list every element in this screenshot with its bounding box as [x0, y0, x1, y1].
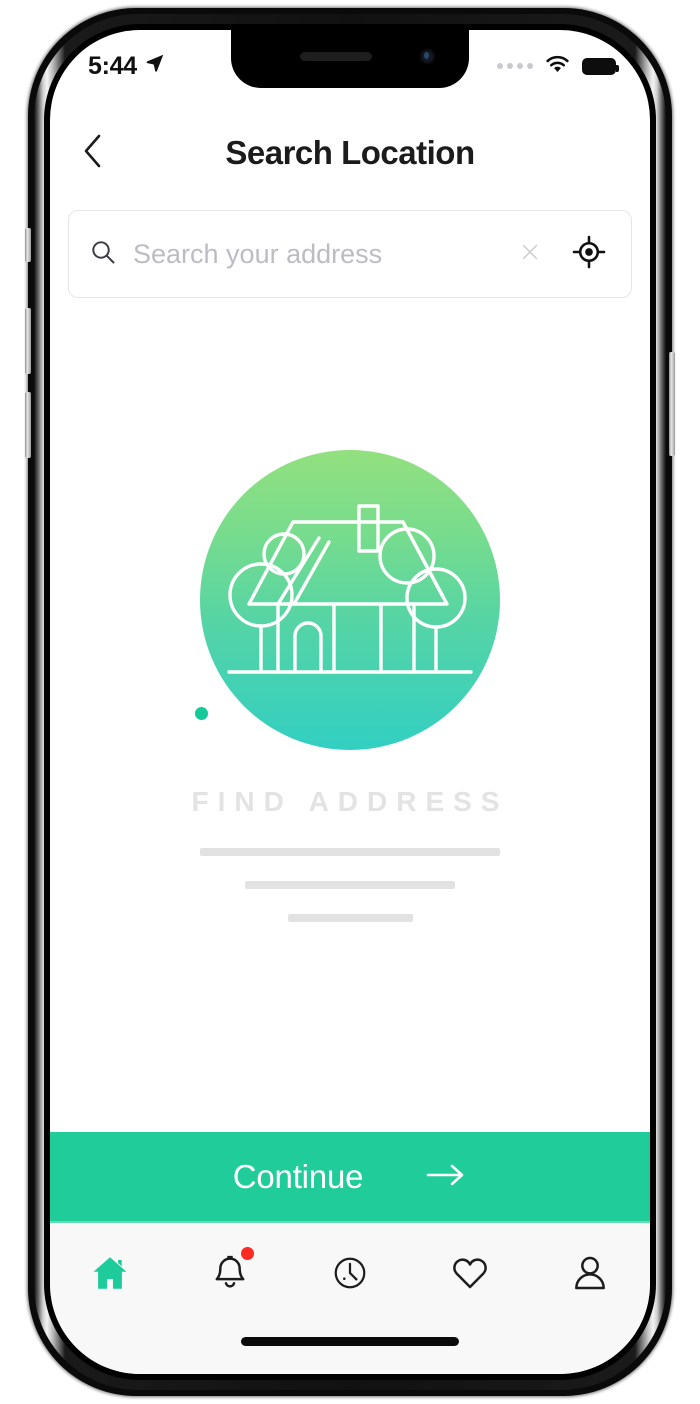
house-with-trees-icon	[200, 450, 500, 750]
power-button[interactable]	[669, 352, 675, 456]
page-title: Search Location	[225, 134, 475, 171]
continue-button-label: Continue	[232, 1158, 364, 1195]
status-time: 5:44	[88, 51, 137, 80]
crosshair-target-icon	[572, 235, 606, 274]
volume-up-button[interactable]	[25, 308, 31, 374]
volume-down-button[interactable]	[25, 392, 31, 458]
front-camera	[420, 49, 435, 64]
app-header: Search Location	[50, 122, 650, 184]
accent-dot	[195, 707, 208, 720]
arrow-right-icon	[425, 1162, 467, 1193]
back-button[interactable]	[64, 122, 122, 184]
home-indicator[interactable]	[241, 1337, 459, 1346]
battery-full-icon	[582, 57, 619, 75]
heart-icon	[450, 1253, 490, 1298]
silent-switch[interactable]	[25, 228, 31, 262]
placeholder-bars	[50, 848, 650, 922]
clear-search-button[interactable]	[513, 237, 547, 271]
tab-profile[interactable]	[530, 1245, 650, 1305]
clock-icon	[331, 1254, 369, 1297]
use-current-location-button[interactable]	[569, 234, 609, 274]
empty-state-title: FIND ADDRESS	[191, 786, 509, 817]
close-icon	[519, 241, 541, 268]
tab-history[interactable]	[290, 1245, 410, 1305]
tab-home[interactable]	[50, 1245, 170, 1305]
status-indicators	[497, 54, 619, 79]
location-arrow-icon	[144, 52, 166, 81]
notification-badge	[240, 1247, 254, 1260]
placeholder-bar	[287, 914, 413, 922]
earpiece-speaker	[300, 52, 372, 61]
bottom-tab-bar	[50, 1223, 650, 1374]
continue-button[interactable]: Continue	[50, 1132, 650, 1222]
empty-state: FIND ADDRESS	[50, 450, 650, 922]
placeholder-bar	[245, 881, 455, 889]
wifi-icon	[544, 54, 571, 79]
signal-dots-icon	[497, 63, 533, 69]
home-icon	[89, 1252, 131, 1299]
screenshot-stage: 5:44 Search Location Search your address…	[0, 0, 700, 1404]
chevron-left-icon	[83, 134, 103, 173]
notch	[231, 30, 469, 88]
phone-screen: 5:44 Search Location Search your address…	[50, 30, 650, 1374]
search-input[interactable]	[133, 238, 497, 270]
search-icon	[89, 238, 117, 271]
tab-notifications[interactable]	[170, 1245, 290, 1305]
placeholder-bar	[200, 848, 500, 856]
status-time-group: 5:44	[88, 52, 166, 81]
person-icon	[570, 1253, 610, 1298]
tab-favorites[interactable]	[410, 1245, 530, 1305]
search-bar[interactable]	[68, 210, 632, 298]
illustration-container	[50, 450, 650, 750]
